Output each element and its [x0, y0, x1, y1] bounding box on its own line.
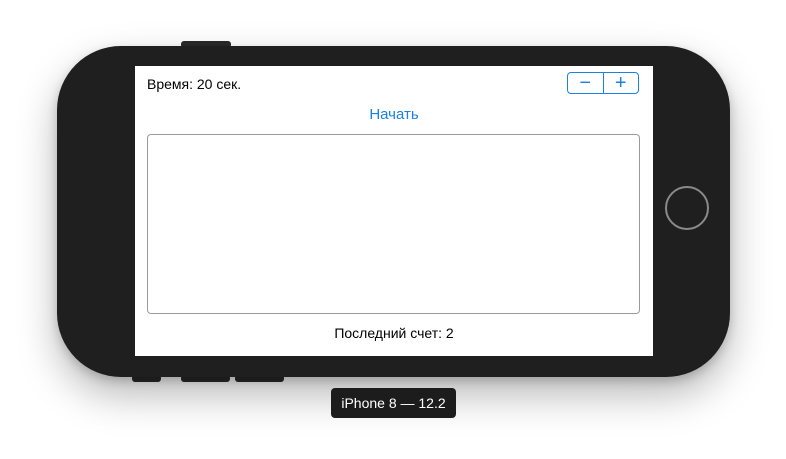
start-button[interactable]: Начать	[135, 106, 653, 123]
simulator-stage: Время: 20 сек. − + Начать Последний счет…	[0, 0, 786, 459]
input-text-area[interactable]	[147, 134, 640, 314]
last-score-label: Последний счет: 2	[334, 325, 454, 341]
stepper-increment-button[interactable]: +	[604, 73, 639, 93]
time-stepper[interactable]: − +	[567, 72, 639, 94]
minus-icon: −	[579, 72, 592, 94]
plus-icon: +	[614, 72, 627, 94]
app-screen: Время: 20 сек. − + Начать Последний счет…	[135, 66, 653, 356]
device-name-label: iPhone 8 — 12.2	[331, 388, 456, 418]
home-button[interactable]	[665, 186, 709, 230]
stepper-decrement-button[interactable]: −	[568, 73, 603, 93]
time-label: Время: 20 сек.	[147, 76, 242, 92]
